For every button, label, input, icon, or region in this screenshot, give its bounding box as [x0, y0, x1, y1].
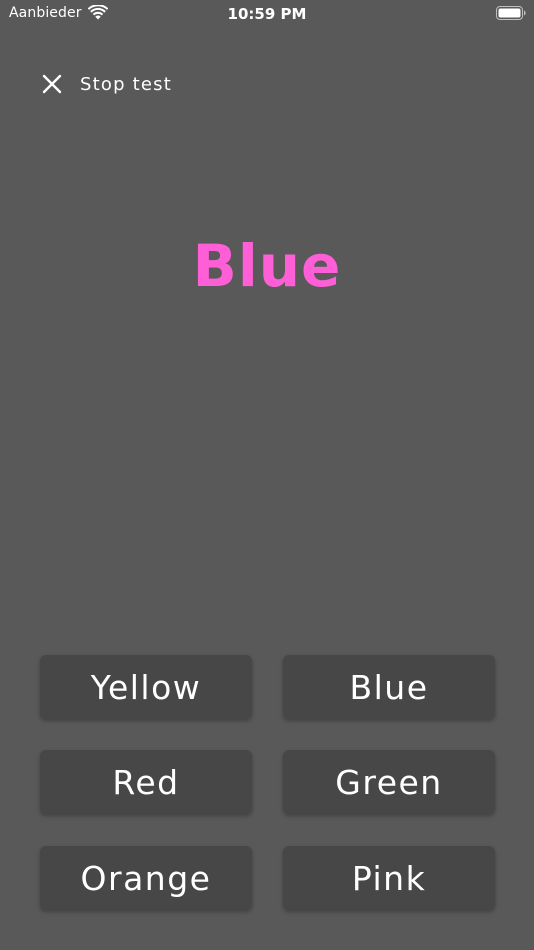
stop-test-button[interactable]: Stop test — [40, 70, 172, 98]
answer-button-red[interactable]: Red — [40, 750, 252, 814]
answer-button-green[interactable]: Green — [283, 750, 495, 814]
status-bar: Aanbieder 10:59 PM — [0, 0, 534, 28]
close-icon — [42, 74, 62, 94]
battery-icon — [496, 6, 526, 20]
clock: 10:59 PM — [227, 5, 307, 23]
answer-button-orange[interactable]: Orange — [40, 846, 252, 910]
answer-button-blue[interactable]: Blue — [283, 655, 495, 719]
stop-test-label: Stop test — [80, 73, 173, 95]
answer-button-yellow[interactable]: Yellow — [40, 655, 252, 719]
target-word: Blue — [192, 232, 342, 300]
answer-button-pink[interactable]: Pink — [283, 846, 495, 910]
